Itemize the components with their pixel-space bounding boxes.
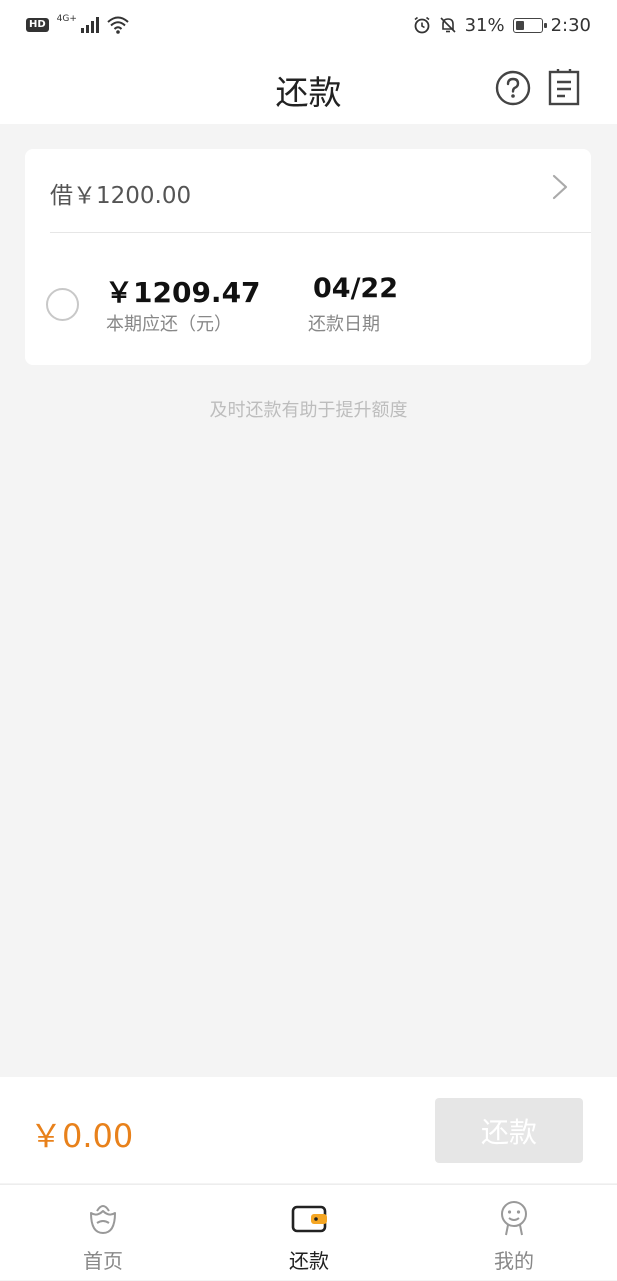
loan-summary-row[interactable]: 借￥1200.00	[25, 149, 591, 233]
profile-icon	[501, 1201, 527, 1236]
installment-amount: ￥1209.47	[105, 276, 261, 309]
tab-repay[interactable]: 还款	[206, 1185, 412, 1281]
tab-bar: 首页 还款 我的	[0, 1184, 617, 1280]
battery-percent: 31%	[464, 14, 505, 36]
status-bar: HD 4G+ 31% 2:30	[0, 0, 617, 50]
home-icon	[90, 1205, 116, 1234]
tab-label: 我的	[494, 1249, 534, 1273]
due-date: 04/22	[313, 273, 399, 304]
hd-badge: HD	[26, 18, 49, 32]
installment-label: 本期应还（元）	[106, 314, 232, 335]
pay-total: ￥0.00	[30, 1117, 134, 1155]
status-right: 31% 2:30	[413, 15, 591, 36]
tab-home[interactable]: 首页	[0, 1185, 206, 1281]
pay-bar: ￥0.00 还款	[0, 1077, 617, 1183]
divider	[50, 232, 591, 233]
repayment-hint: 及时还款有助于提升额度	[209, 400, 408, 421]
loan-card: 借￥1200.00 ￥1209.47 本期应还（元） 04/22 还款日期	[25, 149, 591, 365]
wifi-icon	[107, 16, 129, 34]
network-type: 4G+	[56, 14, 77, 24]
status-left: HD 4G+	[26, 14, 129, 34]
page-header: 还款	[0, 50, 617, 124]
tab-label: 首页	[83, 1249, 123, 1273]
bell-off-icon	[439, 17, 456, 33]
wallet-icon	[291, 1205, 327, 1233]
clock-time: 2:30	[550, 14, 591, 36]
tab-mine[interactable]: 我的	[411, 1185, 617, 1281]
tab-label: 还款	[289, 1249, 329, 1273]
alarm-icon	[414, 16, 430, 34]
installment-select-radio[interactable]	[46, 288, 79, 321]
loan-summary: 借￥1200.00	[50, 183, 192, 209]
help-icon[interactable]	[495, 70, 531, 106]
signal-icon	[80, 17, 99, 33]
notes-icon[interactable]	[548, 68, 580, 106]
battery-icon	[512, 17, 547, 33]
due-date-label: 还款日期	[308, 314, 380, 335]
chevron-right-icon	[552, 174, 568, 200]
repay-button[interactable]: 还款	[435, 1098, 583, 1163]
